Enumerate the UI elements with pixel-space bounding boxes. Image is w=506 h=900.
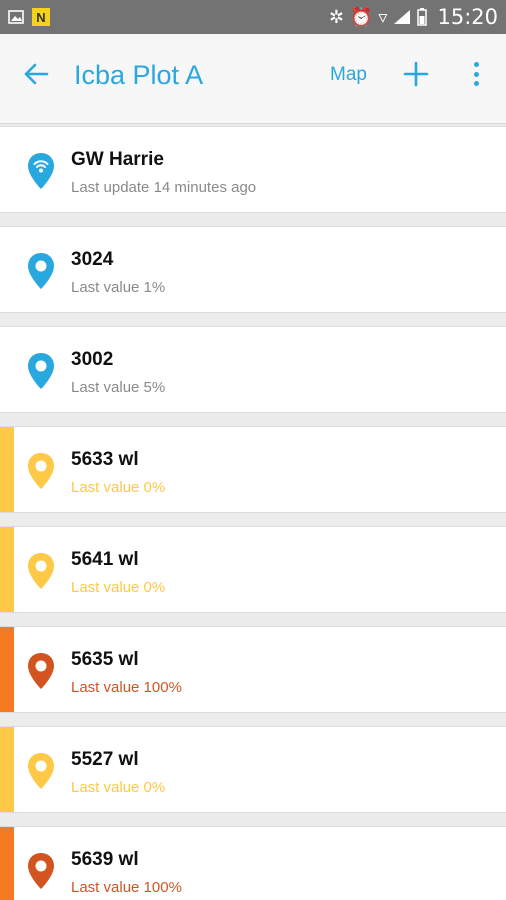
list-item[interactable]: 3002 Last value 5%: [0, 326, 506, 413]
item-status-text: Last value 0%: [71, 779, 166, 796]
wifi-icon: ▿: [378, 6, 388, 27]
add-button[interactable]: [402, 60, 430, 88]
item-name: 5633 wl: [71, 449, 139, 470]
item-status-text: Last value 5%: [71, 379, 166, 396]
list-item[interactable]: 5635 wl Last value 100%: [0, 626, 506, 713]
list-item[interactable]: 5641 wl Last value 0%: [0, 526, 506, 613]
gallery-icon: [8, 10, 24, 24]
item-status-text: Last value 100%: [71, 679, 182, 696]
status-stripe: [0, 527, 14, 612]
location-pin-icon: [28, 553, 54, 589]
battery-icon: [417, 8, 428, 26]
item-name: 3024: [71, 249, 114, 270]
item-name: 5639 wl: [71, 849, 139, 870]
status-stripe: [0, 827, 14, 900]
gateway-pin-icon: [28, 153, 54, 189]
list-item[interactable]: GW Harrie Last update 14 minutes ago: [0, 126, 506, 213]
item-name: 5527 wl: [71, 749, 139, 770]
clock: 15:20: [437, 5, 498, 29]
alarm-icon: ⏰: [350, 6, 373, 27]
list-item[interactable]: 5639 wl Last value 100%: [0, 826, 506, 900]
svg-text:N: N: [36, 10, 45, 25]
item-name: 5641 wl: [71, 549, 139, 570]
arrow-left-icon: [24, 63, 49, 85]
location-pin-icon: [28, 853, 54, 889]
location-pin-icon: [28, 653, 54, 689]
status-stripe: [0, 627, 14, 712]
item-name: 5635 wl: [71, 649, 139, 670]
more-dot-icon: [473, 62, 479, 67]
more-dot-icon: [473, 81, 479, 86]
item-status-text: Last value 0%: [71, 579, 166, 596]
plus-icon: [403, 61, 429, 87]
status-stripe: [0, 727, 14, 812]
signal-icon: [394, 10, 411, 24]
item-status-text: Last value 0%: [71, 479, 166, 496]
item-status-text: Last update 14 minutes ago: [71, 179, 257, 196]
location-pin-icon: [28, 753, 54, 789]
location-pin-icon: [28, 253, 54, 289]
nfc-icon: N: [32, 8, 50, 26]
list-item[interactable]: 5633 wl Last value 0%: [0, 426, 506, 513]
bluetooth-icon: ✲: [328, 6, 344, 27]
item-status-text: Last value 1%: [71, 279, 166, 296]
back-button[interactable]: [20, 58, 52, 90]
app-bar: Icba Plot A Map: [0, 34, 506, 124]
more-dot-icon: [473, 71, 479, 77]
item-name: 3002: [71, 349, 114, 370]
list-item[interactable]: 3024 Last value 1%: [0, 226, 506, 313]
list-item[interactable]: 5527 wl Last value 0%: [0, 726, 506, 813]
page-title: Icba Plot A: [74, 60, 204, 90]
more-options-button[interactable]: [468, 60, 484, 88]
location-pin-icon: [28, 353, 54, 389]
status-stripe: [0, 427, 14, 512]
status-bar: N ✲ ⏰ ▿ 15:20: [0, 0, 506, 34]
map-button[interactable]: Map: [330, 64, 367, 86]
item-name: GW Harrie: [71, 149, 164, 170]
system-icons: ✲ ⏰ ▿ 15:20: [329, 5, 498, 29]
location-pin-icon: [28, 453, 54, 489]
notification-icons: N: [8, 8, 50, 26]
device-list: GW Harrie Last update 14 minutes ago 3024 L…: [0, 126, 506, 900]
item-status-text: Last value 100%: [71, 879, 182, 896]
